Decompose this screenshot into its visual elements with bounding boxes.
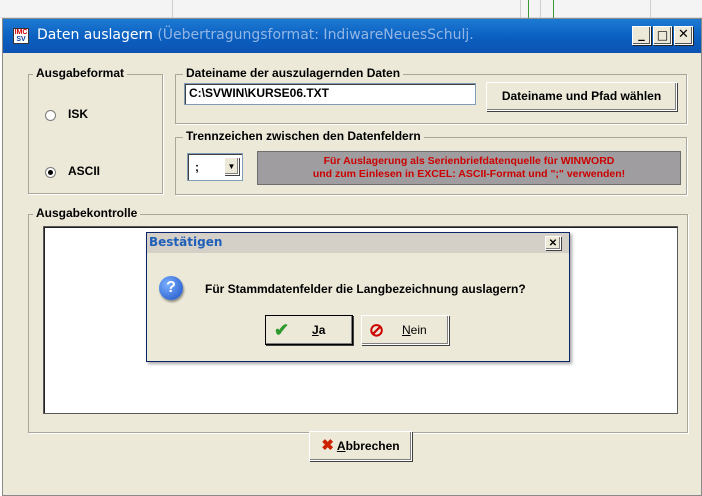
ja-button[interactable]: ✔ Ja bbox=[265, 315, 353, 345]
trennzeichen-label: Trennzeichen zwischen den Datenfeldern bbox=[183, 129, 424, 143]
radio-isk-label: ISK bbox=[68, 107, 89, 121]
dateiname-label: Dateiname der auszulagernden Daten bbox=[183, 66, 404, 80]
dialog-title: Bestätigen bbox=[149, 235, 223, 249]
abbrechen-button[interactable]: ✖ Abbrechen bbox=[309, 431, 412, 461]
radio-ascii-label: ASCII bbox=[68, 164, 101, 178]
maximize-button[interactable]: □ bbox=[653, 26, 672, 45]
trennzeichen-value: ; bbox=[195, 160, 199, 174]
window-title: Daten auslagern (Üebertragungsformat: In… bbox=[37, 27, 474, 43]
format-hinweis: Für Auslagerung als Serienbriefdatenquel… bbox=[257, 151, 681, 185]
app-icon: IMC SV bbox=[13, 28, 29, 44]
ausgabeformat-label: Ausgabeformat bbox=[33, 66, 128, 80]
dateiname-input[interactable]: C:\SVWIN\KURSE06.TXT bbox=[184, 83, 476, 105]
dialog-message: Für Stammdatenfelder die Langbezeichnung… bbox=[205, 282, 526, 296]
trennzeichen-select[interactable]: ; ▼ bbox=[187, 153, 243, 181]
no-entry-icon: ⊘ bbox=[369, 320, 385, 340]
radio-ascii[interactable] bbox=[45, 167, 56, 178]
ja-label: Ja bbox=[312, 323, 326, 337]
dialog-close-button[interactable]: ✕ bbox=[545, 236, 561, 250]
nein-label: Nein bbox=[402, 323, 427, 337]
hint-line-2: und zum Einlesen in EXCEL: ASCII-Format … bbox=[312, 168, 626, 180]
title-bar[interactable]: IMC SV Daten auslagern (Üebertragungsfor… bbox=[3, 19, 701, 53]
dateiname-waehlen-button[interactable]: Dateiname und Pfad wählen bbox=[486, 82, 677, 111]
close-button[interactable]: ✕ bbox=[674, 26, 693, 45]
abbrechen-label: Abbrechen bbox=[336, 439, 400, 453]
ausgabekontrolle-label: Ausgabekontrolle bbox=[33, 206, 141, 220]
dialog-title-bar[interactable]: Bestätigen ✕ bbox=[147, 233, 569, 253]
minimize-button[interactable]: _ bbox=[632, 26, 651, 45]
desktop-background bbox=[0, 0, 702, 18]
checkmark-icon: ✔ bbox=[274, 320, 290, 340]
cancel-icon: ✖ bbox=[321, 437, 334, 454]
chevron-down-icon[interactable]: ▼ bbox=[224, 157, 239, 175]
confirm-dialog: Bestätigen ✕ ? Für Stammdatenfelder die … bbox=[146, 232, 570, 362]
radio-isk[interactable] bbox=[45, 110, 56, 121]
nein-button[interactable]: ⊘ Nein bbox=[361, 315, 449, 345]
hint-line-1: Für Auslagerung als Serienbriefdatenquel… bbox=[323, 155, 615, 167]
question-icon: ? bbox=[159, 276, 183, 300]
